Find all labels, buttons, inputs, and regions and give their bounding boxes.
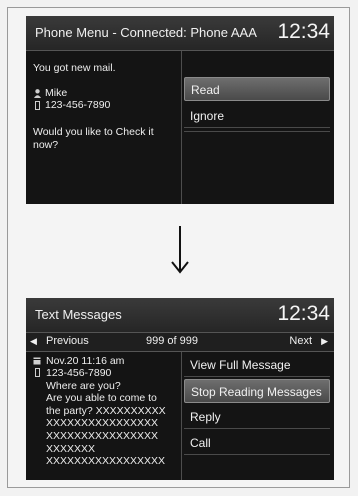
view-full-message-option[interactable]: View Full Message	[184, 353, 330, 377]
message-line: Where are you?	[46, 380, 121, 392]
ignore-option[interactable]: Ignore	[184, 104, 330, 128]
notification-message: You got new mail.	[33, 62, 116, 74]
triangle-right-icon: ▶	[321, 336, 328, 346]
message-counter: 999 of 999	[146, 335, 198, 347]
message-line: XXXXXXXXXXXXXXXXX	[46, 455, 166, 467]
person-icon	[34, 89, 41, 98]
clock: 12:34	[277, 20, 330, 43]
stop-reading-messages-option[interactable]: Stop Reading Messages	[184, 379, 330, 403]
message-date: Nov.20 11:16 am	[46, 355, 125, 367]
message-line: XXXXXXXXXXXXXXXX	[46, 417, 159, 429]
options-list: View Full Message Stop Reading Messages …	[181, 352, 334, 480]
phone-menu-screen: Phone Menu - Connected: Phone AAA 12:34 …	[26, 16, 334, 204]
question-line-2: now?	[33, 139, 59, 151]
options-list: Read Ignore	[181, 51, 334, 204]
message-line: XXXXXXXXXXXXXXXX	[46, 430, 159, 442]
title-bar: Text Messages 12:34	[26, 298, 334, 333]
previous-label: Previous	[45, 335, 89, 347]
notification-panel: You got new mail. Mike 123-456-7890 Woul…	[26, 51, 180, 204]
text-messages-screen: Text Messages 12:34 ◀ Previous 999 of 99…	[26, 298, 334, 480]
contact-number: 123-456-7890	[45, 99, 111, 111]
clock: 12:34	[277, 302, 330, 325]
message-panel: Nov.20 11:16 am 123-456-7890 Where are y…	[26, 352, 180, 480]
title-bar: Phone Menu - Connected: Phone AAA 12:34	[26, 16, 334, 51]
phone-icon	[35, 101, 40, 110]
question-line-1: Would you like to Check it	[33, 126, 154, 138]
option-divider	[184, 131, 330, 132]
message-line: the party? XXXXXXXXXX	[46, 405, 166, 417]
screen-title: Phone Menu - Connected: Phone AAA	[35, 25, 257, 40]
reply-option-label: Reply	[190, 410, 221, 424]
call-option-label: Call	[190, 436, 211, 450]
message-line: Are you able to come to	[46, 392, 157, 404]
calendar-icon	[33, 357, 41, 365]
ignore-option-label: Ignore	[190, 109, 225, 123]
message-line: XXXXXXX	[46, 443, 96, 455]
phone-icon	[35, 368, 40, 377]
previous-button[interactable]: ◀ Previous	[30, 335, 89, 347]
next-label: Next	[289, 335, 313, 347]
message-navigation: ◀ Previous 999 of 999 Next ▶	[26, 333, 334, 352]
view-full-message-label: View Full Message	[190, 358, 291, 372]
down-arrow-icon	[171, 226, 189, 274]
screen-title: Text Messages	[35, 307, 122, 322]
next-button[interactable]: Next ▶	[289, 335, 328, 347]
message-number: 123-456-7890	[46, 367, 112, 379]
reply-option[interactable]: Reply	[184, 405, 330, 429]
call-option[interactable]: Call	[184, 431, 330, 455]
read-option-label: Read	[191, 83, 220, 97]
stop-reading-messages-label: Stop Reading Messages	[191, 385, 322, 399]
triangle-left-icon: ◀	[30, 336, 37, 346]
read-option[interactable]: Read	[184, 77, 330, 101]
